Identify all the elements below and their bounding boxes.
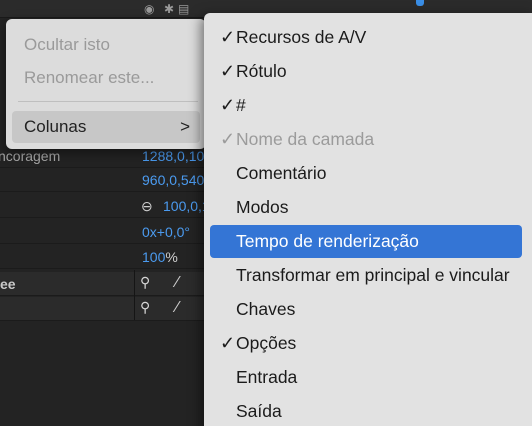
column-option-layer-name: ✓ Nome da camada [210, 123, 522, 156]
column-option-out[interactable]: Saída [210, 395, 522, 426]
menu-item-columns[interactable]: Colunas > [12, 111, 200, 143]
column-option-label: Chaves [236, 299, 296, 319]
column-option-label: Tempo de renderização [236, 231, 419, 251]
percent-suffix: % [165, 249, 178, 265]
quality-switch-icon[interactable]: ⁄ [176, 299, 179, 317]
layer-name: ee [0, 276, 16, 292]
property-value[interactable]: 0x+0,0° [142, 224, 190, 240]
star-icon: ✱ [164, 2, 175, 16]
column-option-parent-link[interactable]: Transformar em principal e vincular [210, 259, 522, 292]
shy-icon[interactable]: ⚲ [140, 299, 158, 317]
property-value[interactable]: 960,0,540, [142, 172, 208, 188]
menu-item-label: Colunas [24, 117, 87, 136]
column-option-switches[interactable]: ✓ Opções [210, 327, 522, 360]
opacity-number: 100 [142, 249, 166, 265]
columns-submenu: ✓ Recursos de A/V ✓ Rótulo ✓ # ✓ Nome da camada… [204, 13, 532, 426]
column-option-label: Modos [236, 197, 289, 217]
property-label: ncoragem [0, 148, 61, 164]
column-option-render-time[interactable]: Tempo de renderização [210, 225, 522, 258]
checkmark-icon: ✓ [220, 95, 236, 115]
context-menu: Ocultar isto Renomear este... Colunas > [6, 19, 206, 149]
column-option-label: Transformar em principal e vincular [236, 265, 510, 285]
property-value[interactable]: 100% [142, 249, 178, 265]
column-divider [134, 270, 135, 320]
playhead-marker[interactable] [416, 0, 424, 6]
column-option-label: Recursos de A/V [236, 27, 367, 47]
link-icon[interactable]: ⊖ [141, 198, 153, 215]
fx-icon: ▤ [178, 2, 190, 16]
checkmark-icon: ✓ [220, 61, 236, 81]
shy-icon[interactable]: ⚲ [140, 274, 158, 292]
column-option-label: Opções [236, 333, 297, 353]
menu-separator [18, 101, 198, 102]
speaker-icon: ◉ [144, 2, 155, 16]
column-option-label: Rótulo [236, 61, 287, 81]
column-option-in[interactable]: Entrada [210, 361, 522, 394]
property-value[interactable]: 1288,0,10 [142, 148, 204, 164]
column-option-keys[interactable]: Chaves [210, 293, 522, 326]
column-option-label: Saída [236, 401, 282, 421]
column-option-label: Entrada [236, 367, 298, 387]
quality-switch-icon[interactable]: ⁄ [176, 274, 179, 292]
menu-item-rename[interactable]: Renomear este... [24, 68, 154, 88]
property-value[interactable]: 100,0,1 [163, 198, 210, 214]
column-option-label[interactable]: ✓ Rótulo [210, 55, 522, 88]
column-option-label: Comentário [236, 163, 327, 183]
checkmark-icon: ✓ [220, 129, 236, 149]
column-option-comment[interactable]: Comentário [210, 157, 522, 190]
column-option-modes[interactable]: Modos [210, 191, 522, 224]
chevron-right-icon: > [180, 117, 190, 136]
column-option-number[interactable]: ✓ # [210, 89, 522, 122]
menu-item-hide[interactable]: Ocultar isto [24, 35, 110, 55]
checkmark-icon: ✓ [220, 333, 236, 353]
column-option-label: Nome da camada [236, 129, 375, 149]
column-option-label: # [236, 95, 246, 115]
column-option-av-features[interactable]: ✓ Recursos de A/V [210, 21, 522, 54]
checkmark-icon: ✓ [220, 27, 236, 47]
